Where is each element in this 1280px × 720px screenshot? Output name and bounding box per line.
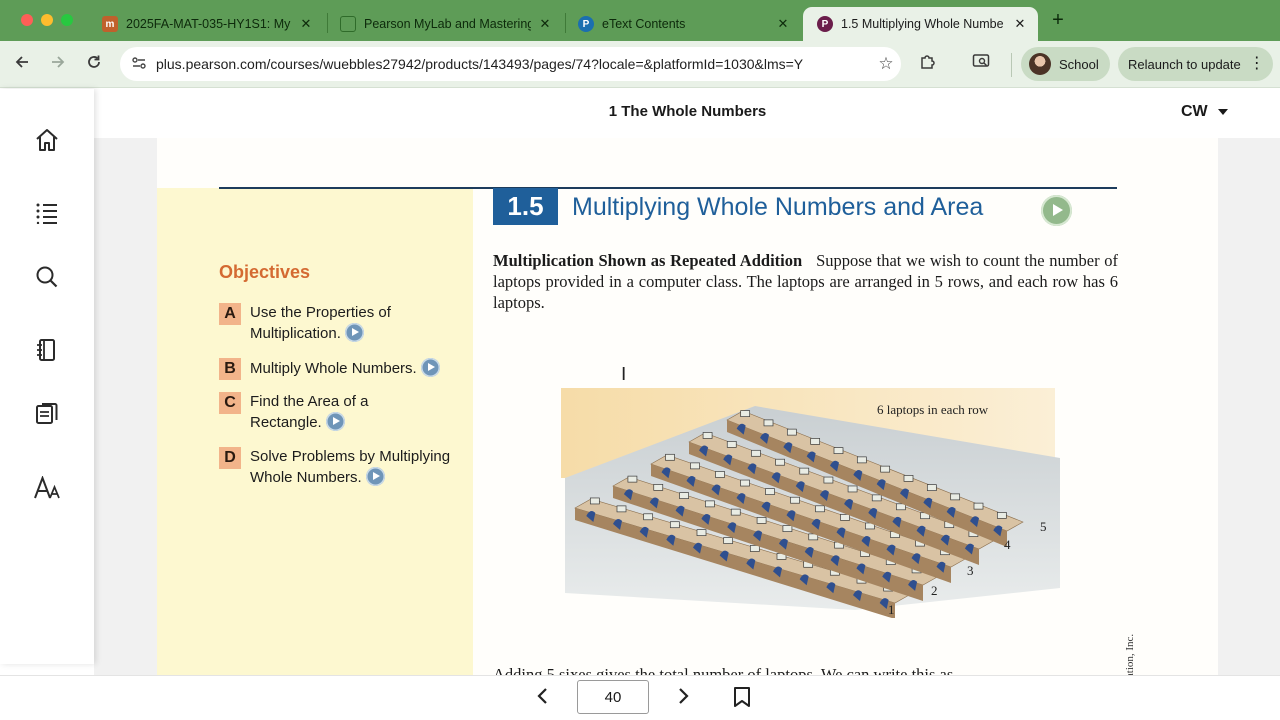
objective-text: Use the Properties of Multiplication. [250, 304, 391, 342]
address-bar[interactable]: plus.pearson.com/courses/wuebbles27942/p… [120, 47, 901, 81]
home-icon[interactable] [31, 124, 63, 156]
objective-d: D Solve Problems by Multiplying Whole Nu… [219, 447, 462, 487]
objective-text: Find the Area of a Rectangle. [250, 393, 369, 431]
tab-label: 1.5 Multiplying Whole Numbe [841, 17, 1004, 31]
chevron-down-icon [1217, 108, 1228, 115]
back-arrow-icon[interactable] [10, 53, 34, 77]
pearson-favicon-icon: P [578, 16, 594, 32]
illustration-caption: 6 laptops in each row [877, 402, 989, 417]
user-initials: CW [1181, 103, 1208, 120]
browser-tab-mylab[interactable]: Pearson MyLab and Mastering ✕ [326, 7, 563, 41]
tab-label: 2025FA-MAT-035-HY1S1: My [126, 17, 291, 31]
copyright-margin-text: cation, Inc. [1124, 633, 1136, 675]
user-menu[interactable]: CW [1181, 103, 1228, 121]
browser-tab-active[interactable]: P 1.5 Multiplying Whole Numbe ✕ [803, 7, 1038, 41]
chapter-title: 1 The Whole Numbers [608, 103, 767, 120]
browser-tab-course[interactable]: m 2025FA-MAT-035-HY1S1: My ✕ [88, 7, 324, 41]
paragraph-heading: Multiplication Shown as Repeated Additio… [493, 251, 803, 270]
url-text: plus.pearson.com/courses/wuebbles27942/p… [156, 56, 804, 72]
more-options-icon[interactable]: ⋮ [1249, 56, 1265, 72]
objective-letter: B [219, 358, 241, 380]
toolbar-divider [1011, 53, 1012, 77]
close-tab-icon[interactable]: ✕ [775, 16, 791, 32]
tab-label: eText Contents [602, 17, 686, 31]
laptops-classroom-illustration [561, 388, 1060, 618]
row-label: 4 [1004, 537, 1011, 552]
mylab-favicon-icon: m [102, 16, 118, 32]
play-video-icon[interactable] [325, 411, 345, 431]
close-tab-icon[interactable]: ✕ [1012, 16, 1028, 32]
forward-arrow-icon[interactable] [46, 53, 70, 77]
bookmark-icon[interactable] [733, 686, 751, 708]
play-video-icon[interactable] [344, 322, 364, 342]
text-settings-icon[interactable] [31, 472, 63, 504]
close-window-button[interactable] [21, 14, 33, 26]
page-navigation-bar [0, 675, 1280, 720]
objective-letter: A [219, 303, 241, 325]
site-info-icon[interactable] [128, 56, 150, 73]
section-top-rule [219, 187, 1117, 189]
pearson-favicon-icon: P [817, 16, 833, 32]
page-number-input[interactable] [577, 680, 649, 714]
close-tab-icon[interactable]: ✕ [537, 16, 553, 32]
objective-text: Multiply Whole Numbers. [250, 360, 417, 377]
objective-c: C Find the Area of a Rectangle. [219, 392, 400, 432]
profile-button[interactable]: School [1021, 47, 1110, 81]
section-title: Multiplying Whole Numbers and Area [572, 193, 984, 221]
intro-paragraph: Multiplication Shown as Repeated Additio… [493, 250, 1118, 313]
minimize-window-button[interactable] [41, 14, 53, 26]
objective-letter: C [219, 392, 241, 414]
maximize-window-button[interactable] [61, 14, 73, 26]
table-of-contents-icon[interactable] [31, 197, 63, 229]
profile-label: School [1059, 56, 1099, 72]
browser-tab-strip: m 2025FA-MAT-035-HY1S1: My ✕ Pearson MyL… [0, 0, 1280, 41]
section-number-badge: 1.5 [493, 188, 558, 225]
play-video-icon[interactable] [365, 466, 385, 486]
objective-text: Solve Problems by Multiplying Whole Numb… [250, 448, 451, 486]
close-tab-icon[interactable]: ✕ [298, 16, 314, 32]
next-page-icon[interactable] [670, 685, 696, 711]
etext-sidebar [0, 89, 94, 664]
browser-tab-etext[interactable]: P eText Contents ✕ [564, 7, 801, 41]
objective-a: A Use the Properties of Multiplication. [219, 303, 462, 343]
etext-header: 1 The Whole Numbers CW [0, 89, 1280, 138]
browser-toolbar: plus.pearson.com/courses/wuebbles27942/p… [0, 41, 1280, 88]
bookmark-star-icon[interactable]: ☆ [871, 54, 901, 74]
row-label: 2 [931, 583, 938, 598]
relaunch-label: Relaunch to update [1128, 56, 1241, 72]
extensions-puzzle-icon[interactable] [916, 52, 940, 76]
previous-page-icon[interactable] [530, 685, 556, 711]
notebook-icon[interactable] [31, 334, 63, 366]
row-label: 5 [1040, 519, 1047, 534]
section-play-video-icon[interactable] [1041, 195, 1072, 226]
objectives-heading: Objectives [219, 262, 311, 282]
row-label: 3 [967, 563, 974, 578]
text-cursor-icon: I [621, 364, 627, 385]
book-page: Objectives A Use the Properties of Multi… [157, 138, 1218, 675]
tab-search-icon[interactable] [969, 52, 993, 76]
objective-letter: D [219, 447, 241, 469]
globe-favicon-icon [340, 16, 356, 32]
next-paragraph: Adding 5 sixes gives the total number of… [493, 665, 954, 675]
tab-label: Pearson MyLab and Mastering [364, 17, 531, 31]
avatar [1029, 53, 1051, 75]
play-video-icon[interactable] [420, 358, 440, 377]
relaunch-to-update-button[interactable]: Relaunch to update ⋮ [1118, 47, 1273, 81]
reload-icon[interactable] [82, 53, 106, 77]
new-tab-button[interactable]: + [1048, 10, 1068, 30]
flashcards-icon[interactable] [31, 398, 63, 430]
search-icon[interactable] [31, 261, 63, 293]
objective-b: B Multiply Whole Numbers. [219, 358, 462, 380]
row-label: 1 [888, 602, 895, 617]
